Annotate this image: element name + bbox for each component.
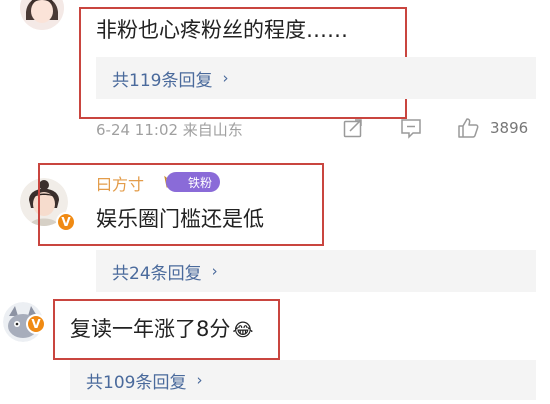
- comment-text: 非粉也心疼粉丝的程度……: [96, 18, 348, 42]
- username[interactable]: 曰方寸: [96, 171, 144, 195]
- comment-thread: 非粉也心疼粉丝的程度…… 共119条回复 › 6-24 11:02 来自山东 3…: [0, 0, 550, 404]
- comment-icon[interactable]: [399, 117, 423, 139]
- replies-count-label: 共119条回复: [112, 70, 213, 91]
- fan-badge: 铁粉: [166, 172, 221, 192]
- comment-text: 复读一年涨了8分 😂: [70, 313, 253, 343]
- fan-badge-label: 铁粉: [188, 175, 213, 190]
- share-icon[interactable]: [342, 117, 364, 139]
- view-replies-button[interactable]: 共119条回复 ›: [96, 57, 536, 99]
- comment-meta: 6-24 11:02 来自山东: [96, 121, 243, 139]
- laughing-emoji-icon: 😂: [232, 320, 254, 341]
- person-avatar-icon: [20, 0, 64, 30]
- chevron-right-icon: ›: [211, 262, 218, 280]
- comment-text: 娱乐圈门槛还是低: [96, 207, 264, 231]
- commenter-avatar[interactable]: [20, 0, 64, 30]
- like-count: 3896: [490, 119, 529, 137]
- verified-badge-icon: V: [26, 314, 46, 334]
- replies-count-label: 共24条回复: [112, 263, 202, 284]
- view-replies-button[interactable]: 共109条回复 ›: [70, 360, 536, 400]
- chevron-right-icon: ›: [222, 69, 229, 87]
- comment-text-body: 复读一年涨了8分: [70, 317, 231, 341]
- view-replies-button[interactable]: 共24条回复 ›: [96, 250, 536, 292]
- replies-count-label: 共109条回复: [86, 372, 187, 393]
- chevron-right-icon: ›: [196, 371, 203, 389]
- like-icon[interactable]: [456, 116, 480, 140]
